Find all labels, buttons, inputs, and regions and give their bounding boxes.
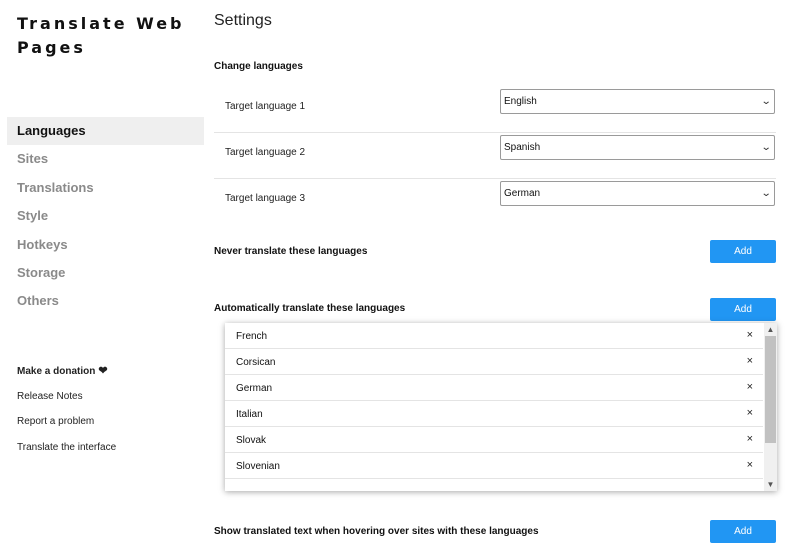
auto-translate-heading: Automatically translate these languages [214, 303, 406, 314]
chevron-down-icon: ⌄ [760, 142, 772, 153]
target-language-row-1: Target language 1 English ⌄ [214, 87, 776, 133]
sidebar-item-languages[interactable]: Languages [7, 117, 204, 146]
remove-icon[interactable]: × [747, 329, 753, 341]
list-item-name: Italian [236, 409, 263, 420]
sidebar-item-style[interactable]: Style [7, 202, 204, 230]
never-translate-heading: Never translate these languages [214, 246, 368, 257]
sidebar: Translate Web Pages Languages Sites Tran… [0, 0, 205, 559]
list-item: Slovak × [225, 427, 763, 453]
target-language-label: Target language 3 [225, 193, 306, 204]
list-item-name: Slovenian [236, 461, 280, 472]
remove-icon[interactable]: × [747, 407, 753, 419]
donate-link[interactable]: Make a donation ❤ [17, 362, 202, 388]
list-item: German × [225, 375, 763, 401]
change-languages-heading: Change languages [214, 61, 303, 72]
page-title: Settings [214, 12, 272, 29]
never-translate-add-button[interactable]: Add [710, 240, 776, 263]
release-notes-link[interactable]: Release Notes [17, 388, 202, 414]
list-item: Slovenian × [225, 453, 763, 479]
select-value: English [504, 96, 537, 107]
auto-translate-add-button[interactable]: Add [710, 298, 776, 321]
remove-icon[interactable]: × [747, 381, 753, 393]
list-item-name: German [236, 383, 273, 394]
list-item: French × [225, 323, 763, 349]
chevron-down-icon: ⌄ [760, 96, 772, 107]
list-item-name: Corsican [236, 357, 276, 368]
translate-interface-link[interactable]: Translate the interface [17, 439, 202, 465]
target-language-2-select[interactable]: Spanish ⌄ [500, 135, 775, 160]
chevron-up-icon[interactable]: ▲ [764, 323, 777, 336]
sidebar-item-sites[interactable]: Sites [7, 145, 204, 173]
remove-icon[interactable]: × [747, 433, 753, 445]
scrollbar-thumb[interactable] [765, 336, 776, 443]
report-problem-link[interactable]: Report a problem [17, 413, 202, 439]
hover-translate-heading: Show translated text when hovering over … [214, 526, 539, 537]
target-language-label: Target language 1 [225, 101, 306, 112]
main-content: Settings Change languages Target languag… [214, 0, 790, 559]
heart-icon: ❤ [98, 365, 108, 377]
sidebar-links: Make a donation ❤ Release Notes Report a … [17, 362, 202, 464]
remove-icon[interactable]: × [747, 459, 753, 471]
sidebar-item-storage[interactable]: Storage [7, 259, 204, 287]
list-scrollbar[interactable]: ▲ ▼ [764, 323, 777, 491]
remove-icon[interactable]: × [747, 355, 753, 367]
hover-translate-add-button[interactable]: Add [710, 520, 776, 543]
sidebar-nav: Languages Sites Translations Style Hotke… [7, 117, 204, 316]
list-item-name: Slovak [236, 435, 267, 446]
target-language-label: Target language 2 [225, 147, 306, 158]
list-item: Corsican × [225, 349, 763, 375]
target-language-3-select[interactable]: German ⌄ [500, 181, 775, 206]
sidebar-item-translations[interactable]: Translations [7, 174, 204, 202]
chevron-down-icon: ⌄ [760, 188, 772, 199]
select-value: Spanish [504, 142, 541, 153]
target-language-row-2: Target language 2 Spanish ⌄ [214, 133, 776, 179]
auto-translate-list: French × Corsican × German × Italian × S… [225, 323, 777, 491]
sidebar-item-others[interactable]: Others [7, 287, 204, 315]
list-item-name: French [236, 331, 268, 342]
sidebar-item-hotkeys[interactable]: Hotkeys [7, 231, 204, 259]
list-item: Italian × [225, 401, 763, 427]
select-value: German [504, 188, 541, 199]
app-title: Translate Web Pages [17, 14, 185, 57]
target-language-1-select[interactable]: English ⌄ [500, 89, 775, 114]
target-language-row-3: Target language 3 German ⌄ [214, 179, 776, 225]
donate-link-label: Make a donation [17, 366, 96, 377]
chevron-down-icon[interactable]: ▼ [764, 478, 777, 491]
